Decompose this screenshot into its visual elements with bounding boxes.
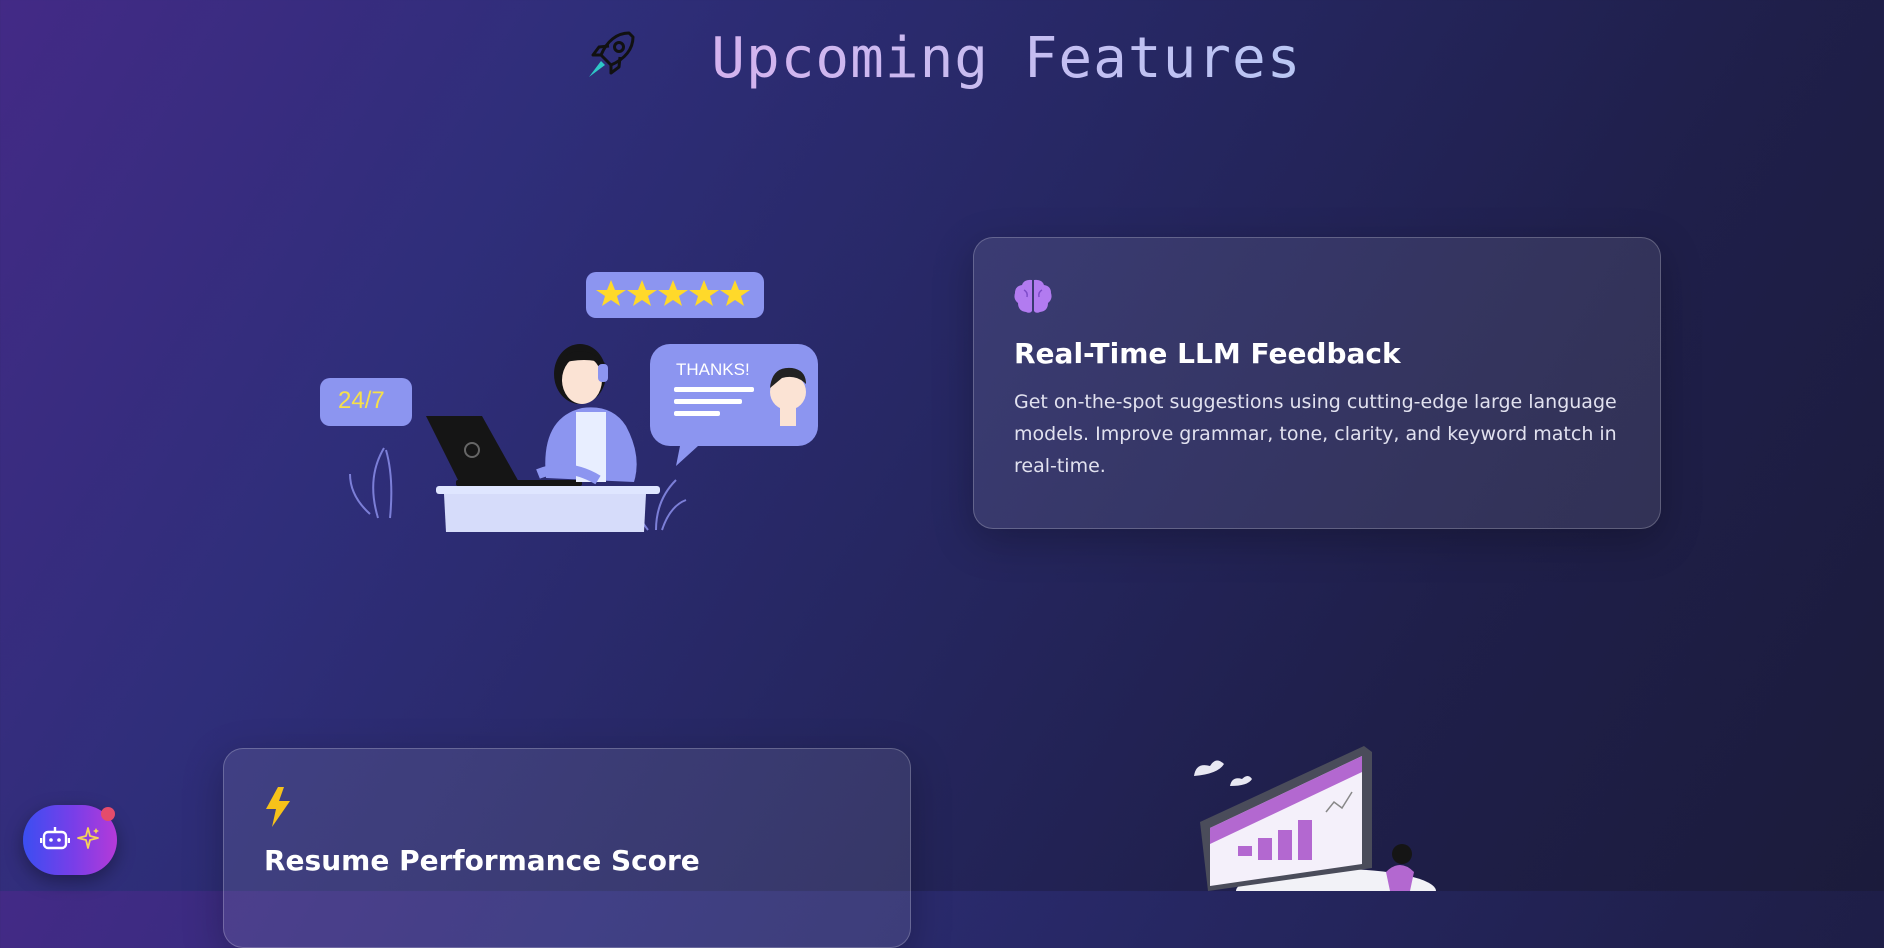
support-illustration: 24/7 THANKS! — [318, 268, 828, 538]
page-title: Upcoming Features — [711, 26, 1302, 91]
feature-title: Real-Time LLM Feedback — [1014, 337, 1401, 370]
feature-card-performance-score: Resume Performance Score — [223, 748, 911, 948]
page-header: Upcoming Features — [0, 26, 1884, 97]
robot-icon — [39, 825, 71, 856]
badge-24-7: 24/7 — [338, 387, 385, 414]
brain-icon — [1014, 278, 1620, 319]
rocket-icon — [583, 27, 639, 97]
sparkle-icon — [76, 826, 100, 855]
analytics-illustration — [1186, 742, 1476, 913]
bubble-thanks: THANKS! — [676, 360, 750, 379]
feature-description: Get on-the-spot suggestions using cuttin… — [1014, 391, 1617, 477]
feature-title: Resume Performance Score — [264, 844, 700, 877]
chat-assistant-button[interactable] — [23, 805, 117, 875]
lightning-icon — [264, 787, 870, 832]
feature-card-llm-feedback: Real-Time LLM Feedback Get on-the-spot s… — [973, 237, 1661, 529]
notification-dot — [101, 807, 115, 821]
